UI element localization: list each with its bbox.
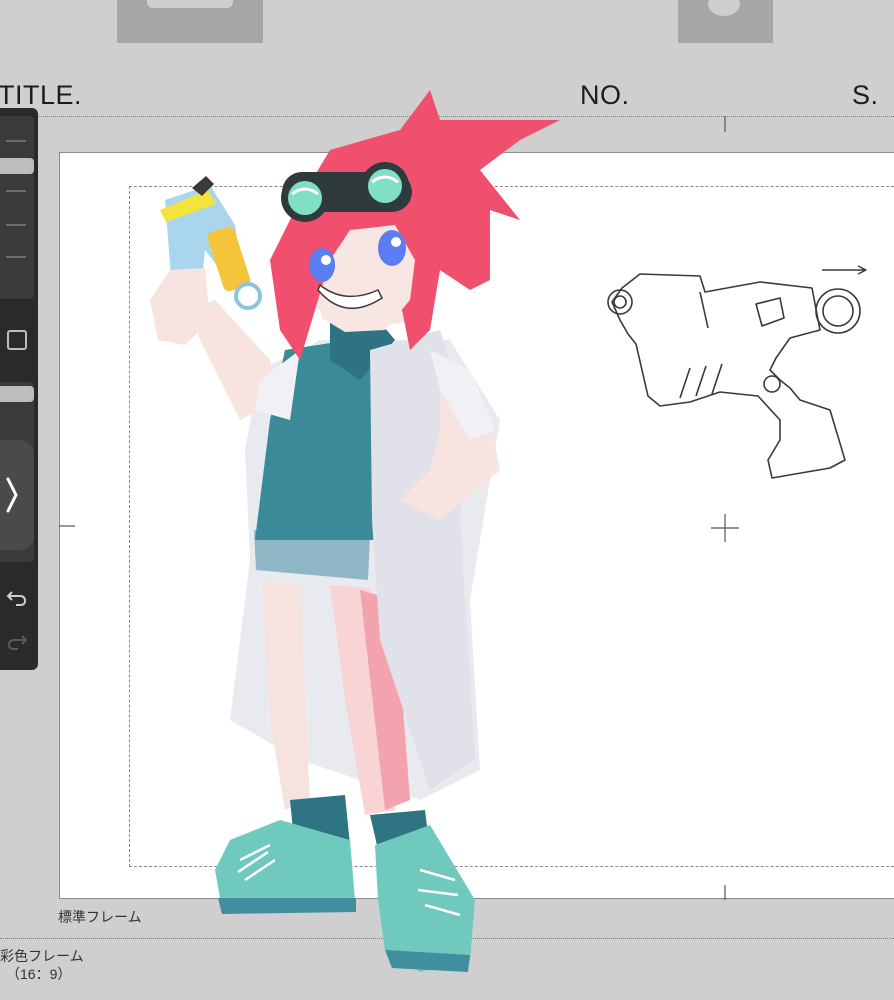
- square-icon[interactable]: [5, 328, 29, 352]
- illustration-layer: [59, 90, 867, 972]
- chevron-right-icon[interactable]: [0, 440, 34, 550]
- redo-icon[interactable]: [4, 628, 30, 654]
- left-toolbar: [0, 108, 38, 670]
- brush-size-slider-thumb[interactable]: [0, 158, 34, 174]
- undo-icon[interactable]: [4, 584, 30, 610]
- character-illustration: [150, 90, 560, 972]
- gun-sketch: [607, 265, 867, 479]
- brush-size-slider[interactable]: [0, 116, 34, 299]
- opacity-slider-thumb[interactable]: [0, 386, 34, 402]
